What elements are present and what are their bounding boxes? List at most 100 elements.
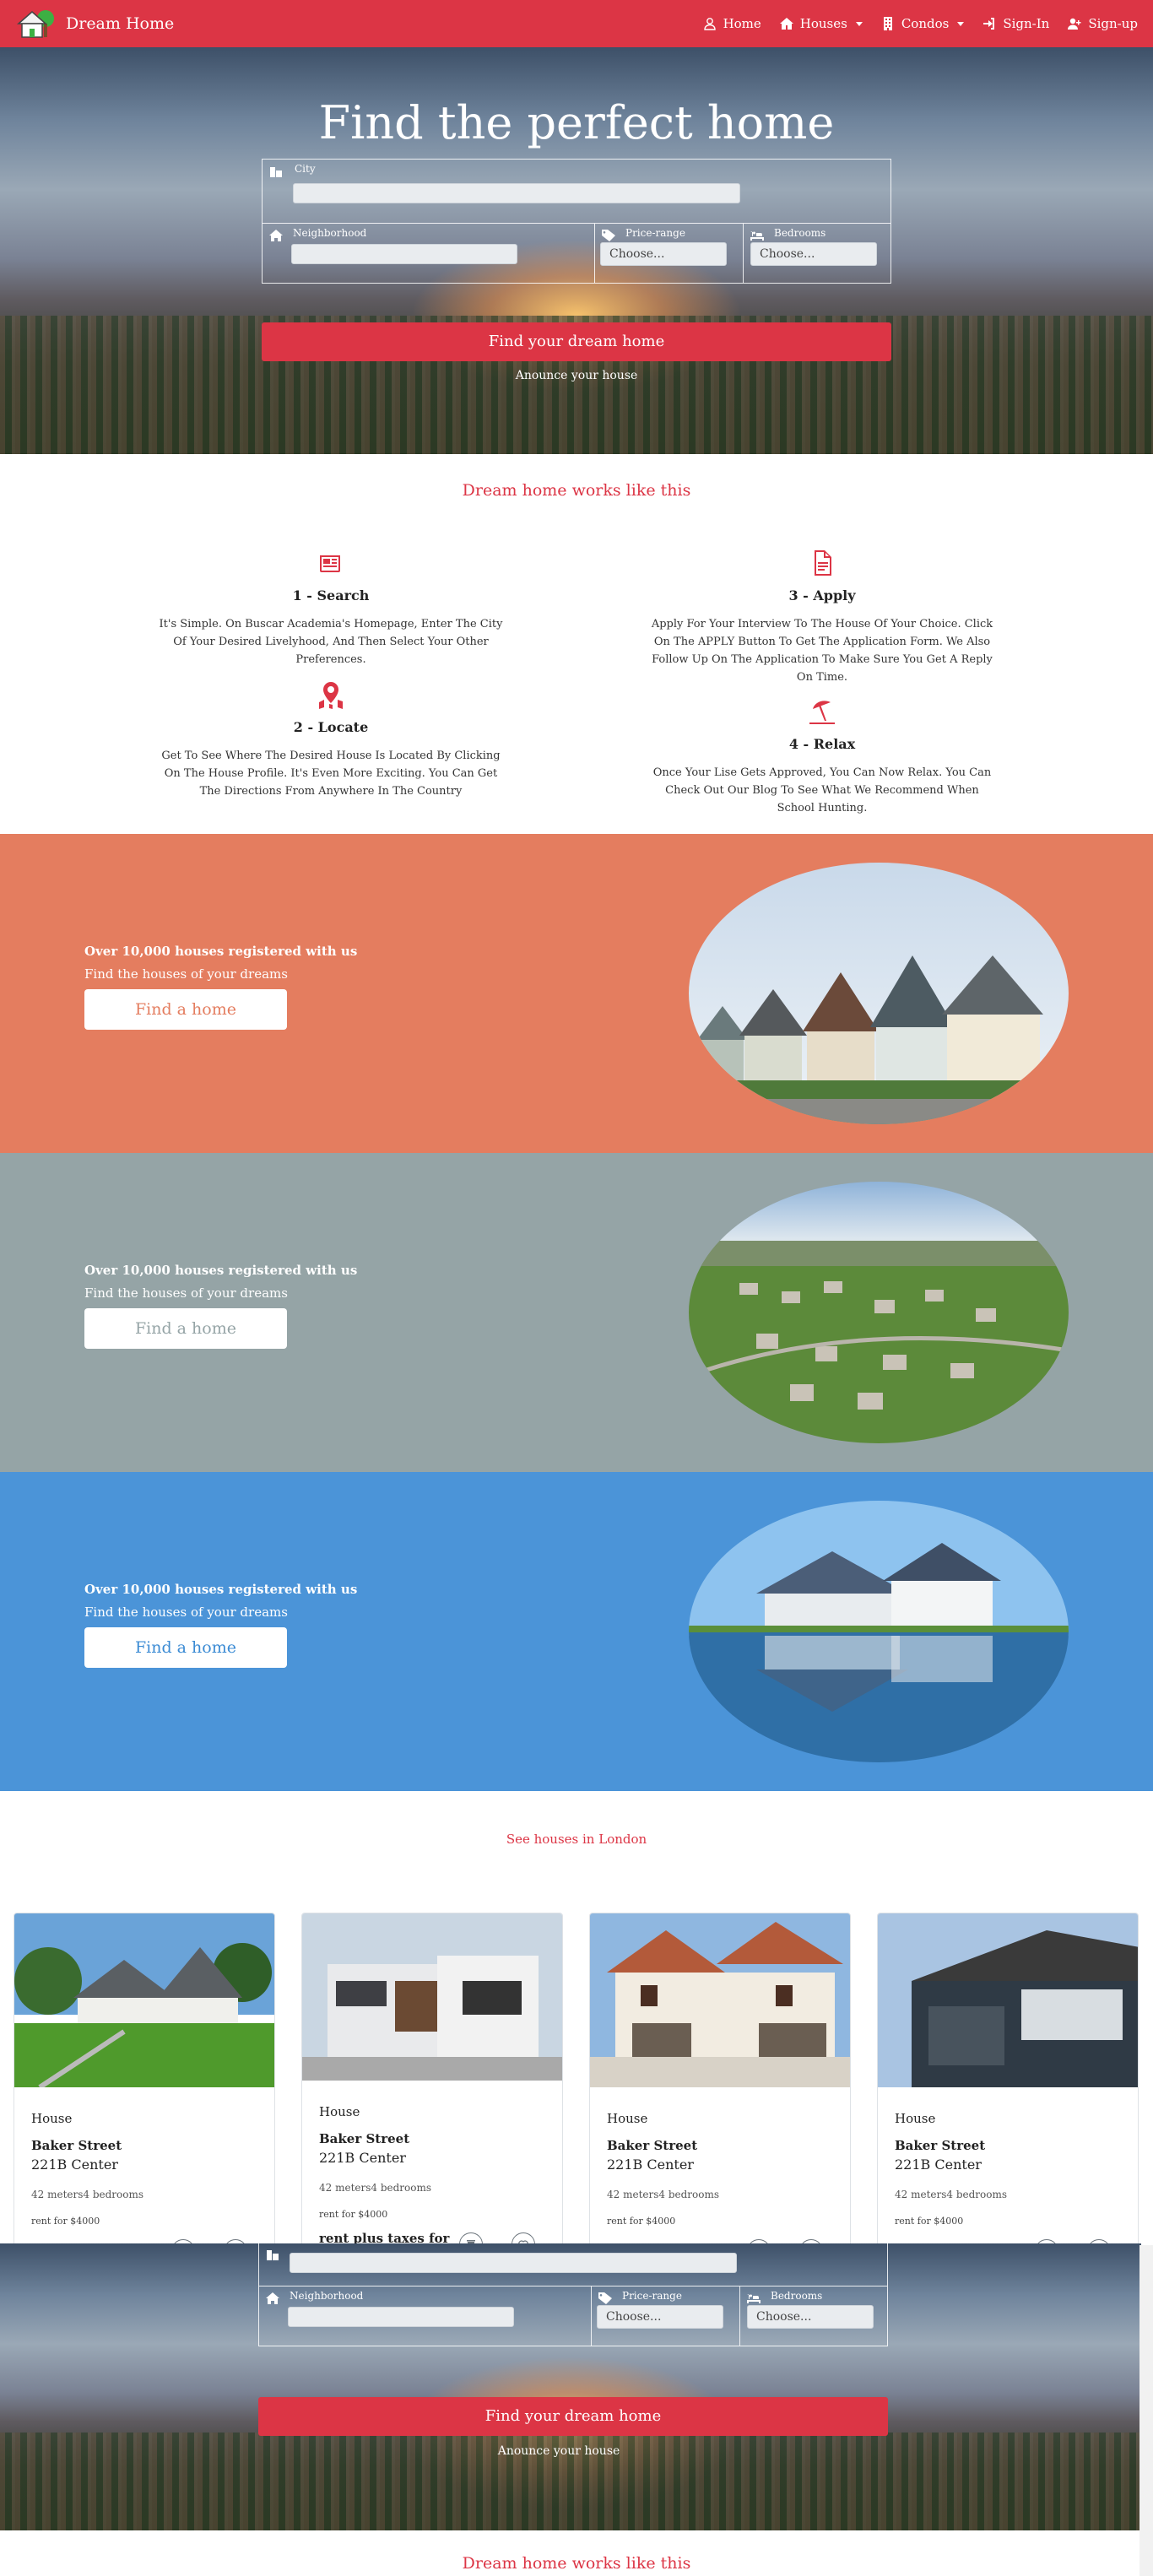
card-center: 221B Center: [607, 2157, 694, 2173]
step-locate: 2 - Locate Get To See Where The Desired …: [154, 680, 508, 800]
chevron-down-icon: [855, 21, 863, 26]
nav-home-label: Home: [723, 16, 761, 31]
tag-icon: [598, 2292, 612, 2304]
announce-house-link[interactable]: Anounce your house: [0, 2444, 1129, 2458]
user-icon: [703, 18, 716, 30]
announce-house-link[interactable]: Anounce your house: [0, 369, 1153, 382]
find-dream-home-button[interactable]: Find your dream home: [258, 2397, 888, 2436]
nav-signup[interactable]: Sign-up: [1068, 16, 1138, 31]
city-field: City: [263, 160, 890, 224]
price-range-field: Price-range Choose...: [592, 2286, 740, 2346]
card-type: House: [31, 2111, 73, 2126]
house-logo-icon: [15, 7, 56, 41]
listing-card[interactable]: House Baker Street 221B Center 42 meters…: [877, 1913, 1139, 2267]
promo-band-3: Over 10,000 houses registered with us Fi…: [0, 1472, 1153, 1791]
price-range-field: Price-range Choose...: [595, 224, 744, 283]
neighborhood-label: Neighborhood: [293, 227, 367, 239]
card-center: 221B Center: [895, 2157, 982, 2173]
nav-condos-label: Condos: [901, 16, 950, 31]
bedrooms-label: Bedrooms: [771, 2290, 823, 2302]
step-title: 4 - Relax: [788, 736, 856, 752]
card-type: House: [895, 2111, 936, 2126]
building-icon: [883, 17, 892, 30]
promo-band-2: Over 10,000 houses registered with us Fi…: [0, 1153, 1153, 1472]
scrollbar[interactable]: [1139, 2245, 1153, 2576]
nav-houses-dropdown[interactable]: Houses: [779, 16, 863, 31]
aerial-neighborhood-image: [689, 1182, 1069, 1443]
price-range-label: Price-range: [622, 2290, 682, 2302]
tag-icon: [602, 229, 615, 241]
price-range-select[interactable]: Choose...: [597, 2305, 723, 2329]
step-title: 3 - Apply: [788, 587, 856, 603]
card-rent: rent for $4000: [607, 2216, 676, 2227]
user-plus-icon: [1068, 18, 1081, 30]
step-text: It's Simple. On Buscar Academia's Homepa…: [159, 618, 503, 666]
brand-name: Dream Home: [66, 14, 175, 33]
promo-subtitle: Find the houses of your dreams: [84, 1285, 288, 1301]
nav-home[interactable]: Home: [703, 16, 761, 31]
houses-row-image: [689, 863, 1069, 1124]
find-a-home-button[interactable]: Find a home: [84, 989, 287, 1030]
card-meta: 42 meters4 bedrooms: [31, 2189, 144, 2200]
card-rent: rent for $4000: [31, 2216, 100, 2227]
card-center: 221B Center: [319, 2150, 406, 2166]
nav-signup-label: Sign-up: [1088, 16, 1138, 31]
city-field: [259, 2243, 887, 2286]
card-street: Baker Street: [31, 2138, 122, 2153]
card-type: House: [607, 2111, 648, 2126]
price-range-select[interactable]: Choose...: [600, 242, 727, 266]
bed-icon: [747, 2292, 761, 2303]
home-icon: [779, 18, 793, 30]
neighborhood-input[interactable]: [288, 2307, 514, 2327]
listing-card[interactable]: House Baker Street 221B Center 42 meters…: [14, 1913, 275, 2267]
map-marker-icon: [317, 680, 345, 709]
hero-section: Find the perfect home City Neighborhood …: [0, 47, 1153, 454]
bedrooms-label: Bedrooms: [774, 227, 826, 239]
card-meta: 42 meters4 bedrooms: [319, 2182, 432, 2194]
promo-headline: Over 10,000 houses registered with us: [84, 944, 358, 959]
step-relax: 4 - Relax Once Your Lise Gets Approved, …: [645, 697, 999, 817]
city-label: City: [295, 163, 316, 175]
bedrooms-field: Bedrooms Choose...: [740, 2286, 887, 2346]
home-icon: [266, 2292, 279, 2304]
house-photo: [14, 1913, 274, 2087]
newspaper-icon: [317, 549, 345, 577]
how-it-works-title-duplicate: Dream home works like this: [462, 2554, 691, 2573]
home-icon: [269, 229, 283, 241]
card-rent: rent for $4000: [319, 2209, 388, 2220]
find-a-home-button[interactable]: Find a home: [84, 1627, 287, 1668]
sign-in-icon: [983, 18, 995, 30]
neighborhood-label: Neighborhood: [290, 2290, 364, 2302]
bedrooms-select[interactable]: Choose...: [747, 2305, 874, 2329]
nav-signin-label: Sign-In: [1003, 16, 1050, 31]
search-form: City Neighborhood Price-range Choose... …: [262, 159, 891, 284]
promo-headline: Over 10,000 houses registered with us: [84, 1263, 358, 1278]
nav-signin[interactable]: Sign-In: [982, 16, 1049, 31]
find-dream-home-button[interactable]: Find your dream home: [262, 322, 891, 361]
step-apply: 3 - Apply Apply For Your Interview To Th…: [645, 549, 999, 686]
lakeside-house-image: [689, 1501, 1069, 1762]
bedrooms-select[interactable]: Choose...: [750, 242, 877, 266]
nav-condos-dropdown[interactable]: Condos: [881, 16, 965, 31]
find-a-home-button[interactable]: Find a home: [84, 1308, 287, 1349]
card-type: House: [319, 2104, 360, 2119]
how-it-works-title: Dream home works like this: [462, 481, 691, 500]
card-meta: 42 meters4 bedrooms: [895, 2189, 1008, 2200]
listing-card[interactable]: House Baker Street 221B Center 42 meters…: [301, 1913, 563, 2267]
price-range-label: Price-range: [625, 227, 685, 239]
listing-card[interactable]: House Baker Street 221B Center 42 meters…: [589, 1913, 851, 2267]
step-search: 1 - Search It's Simple. On Buscar Academ…: [154, 549, 508, 668]
brand[interactable]: Dream Home: [15, 7, 174, 41]
card-rent: rent for $4000: [895, 2216, 964, 2227]
umbrella-beach-icon: [808, 697, 836, 726]
promo-subtitle: Find the houses of your dreams: [84, 966, 288, 982]
city-input[interactable]: [290, 2253, 737, 2273]
house-photo: [878, 1913, 1138, 2087]
document-icon: [808, 549, 836, 577]
bed-icon: [750, 229, 764, 241]
city-input[interactable]: [293, 183, 740, 203]
promo-band-1: Over 10,000 houses registered with us Fi…: [0, 834, 1153, 1153]
nav-houses-label: Houses: [799, 16, 847, 31]
neighborhood-input[interactable]: [291, 244, 517, 264]
house-photo: [590, 1913, 850, 2087]
